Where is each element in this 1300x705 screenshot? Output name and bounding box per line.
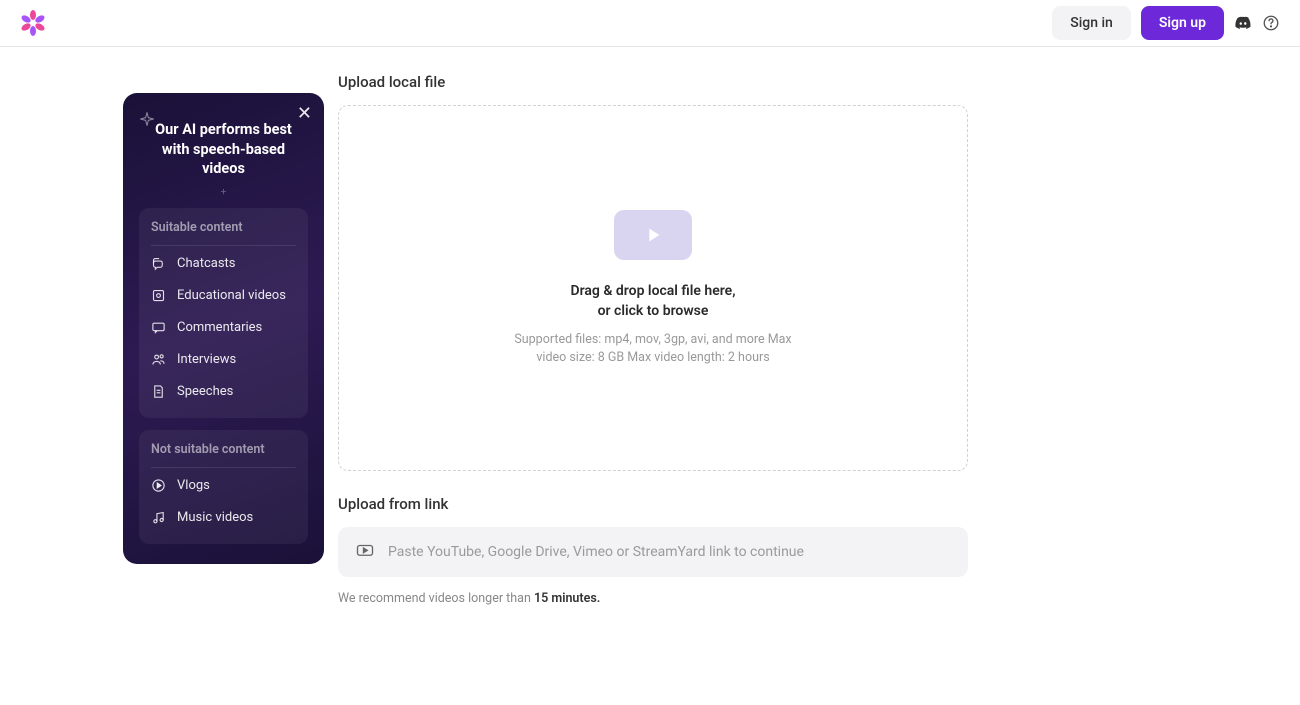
content-item-chatcasts: Chatcasts [151,248,296,280]
upload-local-title: Upload local file [338,73,968,91]
link-input[interactable] [388,544,950,560]
link-input-wrapper [338,527,968,577]
not-suitable-content-group: Not suitable content Vlogs Music videos [139,430,308,544]
logo[interactable] [20,10,46,36]
content-item-vlogs: Vlogs [151,470,296,502]
play-circle-icon [151,478,167,494]
content-item-label: Music videos [177,510,253,525]
signup-button[interactable]: Sign up [1141,6,1224,40]
upload-area: Upload local file Drag & drop local file… [338,73,968,606]
music-icon [151,510,167,526]
content-item-label: Vlogs [177,478,210,493]
not-suitable-title: Not suitable content [151,442,296,468]
content-item-label: Commentaries [177,320,262,335]
signin-button[interactable]: Sign in [1052,6,1131,40]
content-item-speeches: Speeches [151,376,296,408]
close-icon[interactable]: ✕ [297,103,312,124]
content-item-music: Music videos [151,502,296,534]
info-card: ✕ ○ Our AI performs best with speech-bas… [123,93,324,564]
info-card-title: Our AI performs best with speech-based v… [139,120,308,179]
discord-icon[interactable] [1234,14,1252,32]
decorative-plus: + [139,187,308,198]
chat-icon [151,256,167,272]
header: Sign in Sign up [0,0,1300,47]
upload-primary-text: Drag & drop local file here, or click to… [570,282,735,321]
content-item-label: Speeches [177,384,233,399]
upload-supported-text: Supported files: mp4, mov, 3gp, avi, and… [513,331,793,366]
content-item-label: Educational videos [177,288,286,303]
upload-dropzone[interactable]: Drag & drop local file here, or click to… [338,105,968,471]
content-item-label: Chatcasts [177,256,236,271]
content-item-educational: Educational videos [151,280,296,312]
main-content: ✕ ○ Our AI performs best with speech-bas… [0,47,1300,606]
help-icon[interactable] [1262,14,1280,32]
doc-icon [151,384,167,400]
content-item-commentaries: Commentaries [151,312,296,344]
content-item-interviews: Interviews [151,344,296,376]
play-icon [614,210,692,260]
header-actions: Sign in Sign up [1052,6,1280,40]
people-icon [151,352,167,368]
youtube-icon [356,541,374,563]
book-icon [151,288,167,304]
suitable-content-group: Suitable content Chatcasts Educational v… [139,208,308,418]
upload-link-title: Upload from link [338,495,968,513]
recommend-text: We recommend videos longer than 15 minut… [338,591,968,606]
comment-icon [151,320,167,336]
suitable-title: Suitable content [151,220,296,246]
content-item-label: Interviews [177,352,236,367]
